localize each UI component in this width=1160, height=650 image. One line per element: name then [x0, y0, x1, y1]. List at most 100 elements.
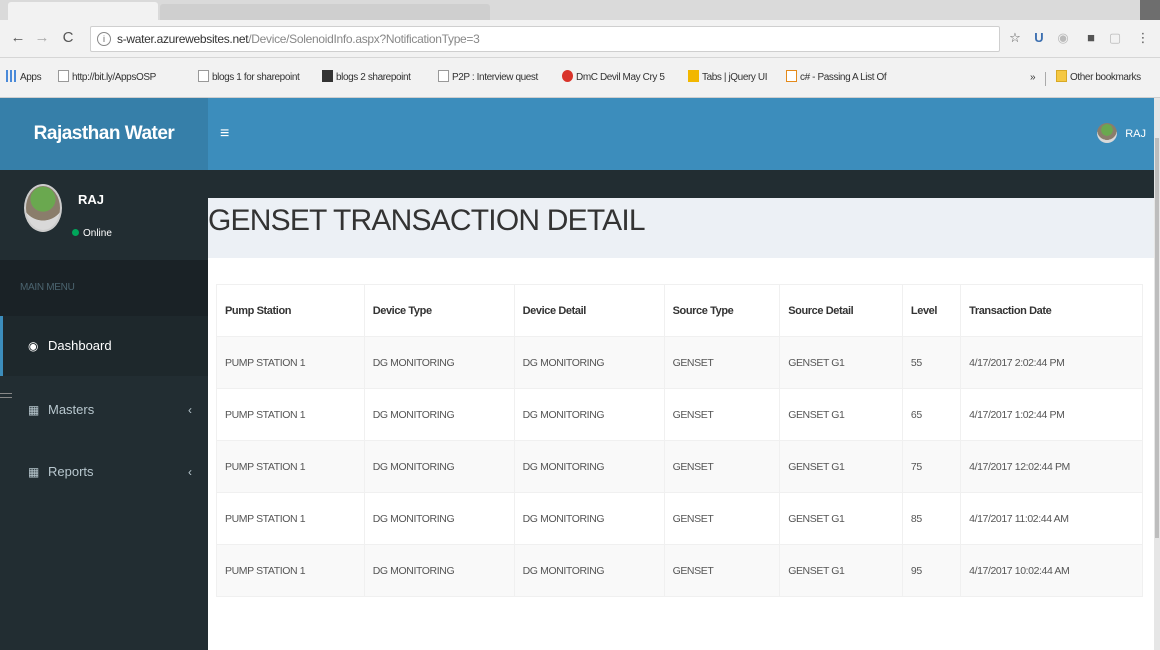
chevron-left-icon: ‹	[188, 403, 192, 417]
table-cell: GENSET	[663, 440, 781, 493]
forward-arrow-icon[interactable]: →	[32, 27, 52, 49]
sidebar-item-dashboard[interactable]: ◉ Dashboard	[0, 316, 208, 376]
user-panel: RAJ Online	[0, 170, 208, 260]
table-cell: DG MONITORING	[363, 388, 515, 441]
sidebar-item-label: Reports	[48, 464, 94, 479]
bookmark-dmc[interactable]: DmC Devil May Cry 5	[562, 70, 665, 86]
star-icon[interactable]: ☆	[1006, 29, 1024, 47]
bookmarks-separator	[1045, 72, 1046, 86]
extension-u-icon[interactable]: U	[1030, 29, 1048, 47]
column-header: Source Detail	[779, 284, 903, 337]
table-cell: DG MONITORING	[363, 492, 515, 545]
table-cell: 4/17/2017 2:02:44 PM	[960, 336, 1143, 389]
back-arrow-icon[interactable]: ←	[8, 27, 28, 49]
page-title: GENSET TRANSACTION DETAIL	[208, 204, 646, 237]
table-cell: 4/17/2017 12:02:44 PM	[960, 440, 1143, 493]
table-cell: DG MONITORING	[513, 492, 665, 545]
browser-tab[interactable]	[8, 2, 158, 20]
table-cell: GENSET G1	[779, 544, 903, 597]
table-cell: DG MONITORING	[513, 336, 665, 389]
table-cell: GENSET G1	[779, 440, 903, 493]
avatar	[1097, 123, 1118, 143]
table-cell: PUMP STATION 1	[216, 544, 365, 597]
bookmarks-overflow[interactable]: »	[1030, 70, 1036, 86]
page-scrollbar[interactable]	[1154, 98, 1160, 650]
sidebar-item-reports[interactable]: ▦ Reports ‹	[0, 442, 208, 502]
scrollbar-thumb[interactable]	[1155, 138, 1159, 538]
transaction-table: Pump Station Device Type Device Detail Sour…	[216, 284, 1143, 597]
sidebar-item-label: Masters	[48, 402, 95, 417]
url-host: s-water.azurewebsites.net	[117, 32, 249, 46]
table-cell: 4/17/2017 1:02:44 PM	[960, 388, 1143, 441]
table-row: PUMP STATION 1 DG MONITORING DG MONITORING…	[216, 544, 1143, 597]
dashboard-icon: ◉	[28, 339, 39, 353]
page-icon	[198, 70, 209, 82]
extension-page-icon[interactable]: ▢	[1106, 29, 1124, 47]
column-header: Transaction Date	[960, 284, 1143, 337]
table-cell: GENSET G1	[779, 492, 903, 545]
column-header: Level	[901, 284, 962, 337]
bookmark-apps[interactable]: Apps	[6, 70, 42, 86]
bookmarks-bar: Apps http://bit.ly/AppsOSP blogs 1 for s…	[0, 58, 1160, 98]
main-content: GENSET TRANSACTION DETAIL Pump Station De…	[208, 198, 1160, 650]
hamburger-menu-icon[interactable]: ≡	[220, 122, 238, 146]
bookmark-blogs1[interactable]: blogs 1 for sharepoint	[198, 70, 300, 86]
page-icon	[58, 70, 69, 82]
table-cell: GENSET G1	[779, 388, 903, 441]
column-header: Source Type	[663, 284, 781, 337]
table-cell: PUMP STATION 1	[216, 492, 365, 545]
apps-icon	[6, 70, 17, 82]
table-icon: ▦	[28, 403, 40, 417]
table-row: PUMP STATION 1 DG MONITORING DG MONITORING…	[216, 336, 1143, 389]
table-row: PUMP STATION 1 DG MONITORING DG MONITORING…	[216, 492, 1143, 545]
avatar	[24, 184, 62, 232]
online-dot-icon	[72, 229, 79, 236]
m-icon	[322, 70, 333, 82]
table-cell: PUMP STATION 1	[216, 440, 365, 493]
table-header-row: Pump Station Device Type Device Detail Sour…	[216, 284, 1143, 337]
table-cell: DG MONITORING	[513, 388, 665, 441]
reload-icon[interactable]: C	[58, 27, 78, 49]
table-row: PUMP STATION 1 DG MONITORING DG MONITORING…	[216, 440, 1143, 493]
table-cell: 55	[901, 336, 962, 389]
jquery-icon	[688, 70, 699, 82]
table-cell: DG MONITORING	[363, 544, 515, 597]
table-cell: DG MONITORING	[363, 440, 515, 493]
sidebar: Rajasthan Water RAJ Online MAIN MENU ◉ Da…	[0, 98, 208, 650]
table-cell: DG MONITORING	[363, 336, 515, 389]
bookmark-csharp[interactable]: c# - Passing A List Of	[786, 70, 887, 86]
other-bookmarks[interactable]: Other bookmarks	[1056, 70, 1141, 86]
sidebar-item-masters[interactable]: ▦ Masters ‹	[0, 380, 208, 440]
table-cell: GENSET	[663, 544, 781, 597]
browser-tabstrip	[0, 0, 1160, 20]
nav-user-menu[interactable]: RAJ	[1097, 122, 1146, 146]
table-cell: 65	[901, 388, 962, 441]
extension-square-icon[interactable]: ■	[1082, 29, 1100, 47]
red-circle-icon	[562, 70, 573, 82]
address-url: s-water.azurewebsites.net/Device/Solenoi…	[117, 32, 480, 46]
bookmark-bitly[interactable]: http://bit.ly/AppsOSP	[58, 70, 156, 86]
table-cell: GENSET	[663, 336, 781, 389]
table-cell: PUMP STATION 1	[216, 388, 365, 441]
column-header: Pump Station	[216, 284, 365, 337]
menu-kebab-icon[interactable]: ⋮	[1134, 29, 1152, 47]
table-icon: ▦	[28, 465, 40, 479]
bookmark-blogs2[interactable]: blogs 2 sharepoint	[322, 70, 411, 86]
bookmark-p2p[interactable]: P2P : Interview quest	[438, 70, 538, 86]
user-status[interactable]: Online	[72, 228, 112, 239]
window-edge-marks	[0, 393, 12, 403]
table-cell: DG MONITORING	[513, 440, 665, 493]
address-bar[interactable]: i s-water.azurewebsites.net/Device/Solen…	[90, 26, 1000, 52]
bookmark-jquery-tabs[interactable]: Tabs | jQuery UI	[688, 70, 768, 86]
table-cell: GENSET G1	[779, 336, 903, 389]
folder-icon	[1056, 70, 1067, 82]
table-cell: 75	[901, 440, 962, 493]
sidebar-item-label: Dashboard	[48, 338, 112, 353]
table-cell: 4/17/2017 10:02:44 AM	[960, 544, 1143, 597]
browser-tab-inactive[interactable]	[160, 4, 490, 20]
brand-logo[interactable]: Rajasthan Water	[0, 98, 208, 170]
header-strip	[208, 170, 1160, 198]
info-icon[interactable]: i	[97, 32, 111, 46]
extension-drop-icon[interactable]: ◉	[1054, 29, 1072, 47]
table-cell: DG MONITORING	[513, 544, 665, 597]
